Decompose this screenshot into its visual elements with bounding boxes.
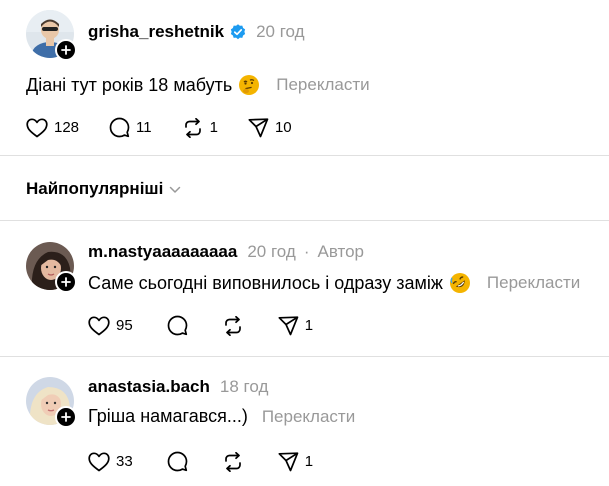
post-translate-link[interactable]: Перекласти: [276, 75, 369, 95]
post-text: Діані тут років 18 мабуть: [26, 74, 233, 95]
follow-plus-icon[interactable]: [55, 271, 77, 293]
like-button[interactable]: 33: [88, 451, 133, 472]
comment-actions: 95 1: [88, 315, 313, 336]
comment-header: anastasia.bach 18 год: [88, 377, 268, 397]
heart-icon: [26, 117, 48, 138]
like-button[interactable]: 128: [26, 117, 80, 138]
divider: [0, 155, 609, 156]
comment-time: 20 год: [247, 242, 296, 261]
follow-plus-icon[interactable]: [55, 406, 77, 428]
heart-icon: [88, 451, 110, 472]
share-count: 1: [304, 453, 314, 470]
comment-translate-link[interactable]: Перекласти: [262, 407, 355, 427]
reply-count: 11: [136, 119, 152, 136]
send-paper-plane-icon: [248, 117, 269, 138]
post-header: grisha_reshetnik 20 год: [88, 22, 305, 42]
comment-avatar-wrap[interactable]: [26, 377, 77, 428]
repost-button[interactable]: [222, 315, 244, 336]
repost-icon: [222, 451, 244, 472]
chevron-down-icon: [169, 179, 181, 199]
comment-translate-link[interactable]: Перекласти: [487, 273, 580, 293]
repost-icon: [222, 315, 244, 336]
comment-bubble-icon: [109, 117, 130, 138]
comment-username[interactable]: anastasia.bach: [88, 377, 210, 397]
repost-count: 1: [209, 119, 218, 136]
comment-bubble-icon: [167, 451, 188, 472]
like-count: 33: [116, 453, 133, 470]
like-count: 128: [54, 119, 80, 136]
comment-avatar-wrap[interactable]: [26, 242, 77, 293]
reply-button[interactable]: 11: [109, 117, 152, 138]
repost-button[interactable]: [222, 451, 244, 472]
comment-text: Гріша намагався...): [88, 406, 248, 426]
send-paper-plane-icon: [278, 451, 299, 472]
reply-button[interactable]: [167, 451, 188, 472]
follow-plus-icon[interactable]: [55, 39, 77, 61]
comment-text: Саме сьогодні виповнилось і одразу заміж: [88, 272, 443, 293]
comment-username[interactable]: m.nastyaaaaaaaaa: [88, 242, 237, 262]
post-actions: 128 11 1 10: [26, 117, 292, 138]
like-button[interactable]: 95: [88, 315, 133, 336]
share-button[interactable]: 10: [248, 117, 292, 138]
comment-body: Гріша намагався...) Перекласти: [88, 406, 355, 427]
share-button[interactable]: 1: [278, 315, 314, 336]
comment-bubble-icon: [167, 315, 188, 336]
rolling-on-floor-laughing-emoji: [449, 272, 471, 294]
comment-actions: 33 1: [88, 451, 313, 472]
sort-label: Найпопулярніші: [26, 179, 164, 198]
comment-time: 18 год: [219, 377, 269, 396]
divider: [0, 220, 609, 221]
post-body: Діані тут років 18 мабуть Перекласти: [26, 74, 370, 96]
repost-button[interactable]: 1: [182, 117, 218, 138]
verified-badge-icon: [230, 24, 246, 40]
comment-body: Саме сьогодні виповнилось і одразу заміж…: [88, 272, 580, 294]
share-count: 10: [274, 119, 292, 136]
comment-header: m.nastyaaaaaaaaa 20 год · Автор: [88, 242, 364, 262]
send-paper-plane-icon: [278, 315, 299, 336]
thinking-face-emoji: [238, 74, 260, 96]
post-avatar-wrap[interactable]: [26, 10, 77, 61]
like-count: 95: [116, 317, 133, 334]
repost-icon: [182, 117, 204, 138]
author-label: Автор: [317, 242, 364, 261]
share-button[interactable]: 1: [278, 451, 314, 472]
separator-dot: ·: [303, 242, 310, 261]
share-count: 1: [304, 317, 314, 334]
sort-dropdown[interactable]: Найпопулярніші: [26, 179, 181, 199]
post-username[interactable]: grisha_reshetnik: [88, 22, 224, 42]
post-time: 20 год: [256, 22, 305, 41]
divider: [0, 356, 609, 357]
heart-icon: [88, 315, 110, 336]
reply-button[interactable]: [167, 315, 188, 336]
